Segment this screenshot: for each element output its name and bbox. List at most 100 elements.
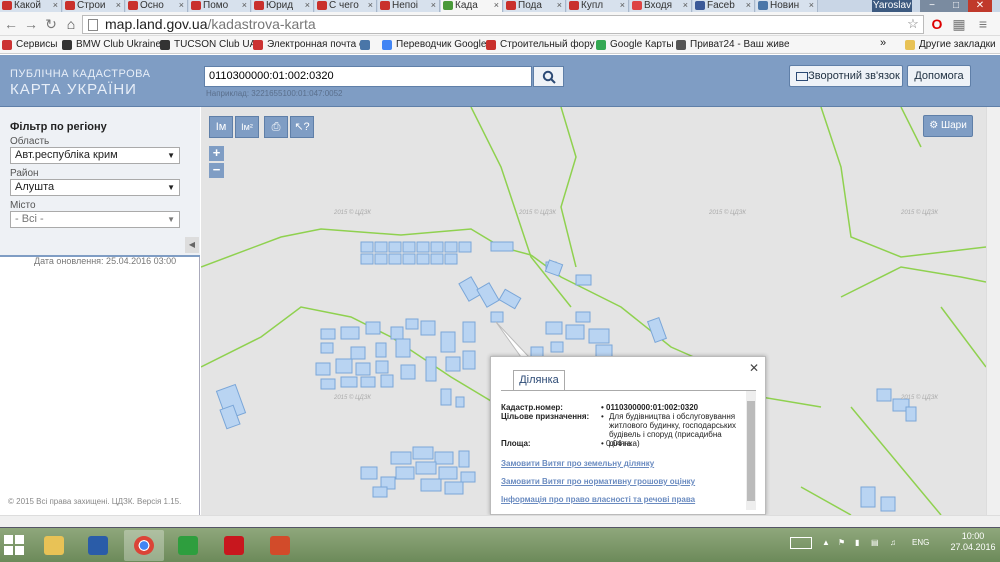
favicon-icon	[695, 1, 705, 10]
bookmark-2[interactable]: TUCSON Club UA	[160, 39, 256, 51]
close-tab-icon[interactable]: ×	[431, 0, 436, 11]
windows-start-icon[interactable]	[4, 535, 24, 555]
tab-12[interactable]: Новин ×	[756, 0, 818, 12]
system-clock[interactable]: 10:00 27.04.2016	[950, 531, 996, 553]
close-tab-icon[interactable]: ×	[368, 0, 373, 11]
tab-6[interactable]: Непоі ×	[378, 0, 440, 12]
forward-icon[interactable]: →	[22, 16, 40, 32]
reload-icon[interactable]: ↻	[42, 16, 60, 33]
close-tab-icon[interactable]: ×	[809, 0, 814, 11]
popup-scrollbar[interactable]	[746, 391, 756, 510]
star-icon[interactable]: ☆	[904, 16, 922, 32]
map-canvas[interactable]: Iм Iм² ⎙ ↖? + − ⚙ Шари 2015 © ЦДЗК 2015 …	[201, 107, 986, 515]
taskbar-app[interactable]	[260, 530, 300, 561]
layers-button[interactable]: ⚙ Шари	[923, 115, 973, 137]
tab-9[interactable]: Купл ×	[567, 0, 629, 12]
tab-2[interactable]: Осно ×	[126, 0, 188, 12]
measure-distance-button[interactable]: Iм	[209, 116, 233, 138]
taskbar-lenovo[interactable]	[78, 530, 118, 561]
bookmark-icon	[676, 40, 686, 50]
profile-badge[interactable]: Yaroslav	[872, 0, 912, 12]
collapse-sidebar-button[interactable]: ◀	[185, 237, 199, 253]
tab-5[interactable]: С чего ×	[315, 0, 377, 12]
feedback-button[interactable]: Зворотний зв'язок	[789, 65, 903, 87]
bookmark-6[interactable]: Строительный фору	[486, 39, 595, 51]
tab-11[interactable]: Faceb ×	[693, 0, 755, 12]
close-window-button[interactable]: ✕	[968, 0, 992, 12]
close-tab-icon[interactable]: ×	[116, 0, 121, 11]
order-valuation-extract-link[interactable]: Замовити Витяг про нормативну грошову оц…	[501, 477, 695, 486]
zoom-in-button[interactable]: +	[209, 146, 224, 161]
logo-line2: КАРТА УКРАЇНИ	[10, 81, 137, 98]
pointer-help-icon: ↖?	[294, 121, 310, 133]
identify-button[interactable]: ↖?	[290, 116, 314, 138]
close-tab-icon[interactable]: ×	[746, 0, 751, 11]
close-tab-icon[interactable]: ×	[620, 0, 625, 11]
close-tab-icon[interactable]: ×	[683, 0, 688, 11]
cadastral-search-input[interactable]: 0110300000:01:002:0320	[204, 66, 532, 87]
tab-label: Новин	[770, 0, 800, 11]
bookmark-5[interactable]: Переводчик Google	[382, 39, 486, 51]
help-button[interactable]: Допомога	[907, 65, 971, 87]
bookmark-0[interactable]: Сервисы	[2, 39, 57, 51]
arrow-up-icon[interactable]: ▲	[822, 538, 830, 547]
tab-8[interactable]: Пода ×	[504, 0, 566, 12]
tab-1[interactable]: Строи ×	[63, 0, 125, 12]
page-vertical-scrollbar[interactable]	[986, 107, 1000, 515]
network-icon[interactable]: ▤	[871, 538, 879, 547]
taskbar-explorer[interactable]	[34, 530, 74, 561]
print-button[interactable]: ⎙	[264, 116, 288, 138]
taskbar-chrome[interactable]	[124, 530, 164, 561]
tab-parcel[interactable]: Ділянка	[513, 370, 565, 390]
search-button[interactable]	[533, 66, 564, 87]
tab-7[interactable]: Када ×	[441, 0, 503, 12]
close-icon[interactable]: ✕	[749, 361, 759, 375]
close-tab-icon[interactable]: ×	[557, 0, 562, 11]
city-select[interactable]: - Всі - ▼	[10, 211, 180, 228]
language-indicator[interactable]: ENG	[912, 538, 929, 547]
region-select[interactable]: Авт.республіка крим ▼	[10, 147, 180, 164]
tab-0[interactable]: Какой ×	[0, 0, 62, 12]
save-page-icon[interactable]: ▦	[950, 16, 968, 33]
district-select[interactable]: Алушта ▼	[10, 179, 180, 196]
tab-label: Осно	[140, 0, 164, 11]
order-parcel-extract-link[interactable]: Замовити Витяг про земельну ділянку	[501, 459, 654, 468]
page-horizontal-scrollbar[interactable]	[0, 515, 1000, 527]
close-tab-icon[interactable]: ×	[305, 0, 310, 11]
battery-icon[interactable]: ▮	[855, 538, 859, 547]
keyboard-icon[interactable]	[790, 537, 812, 549]
close-tab-icon[interactable]: ×	[242, 0, 247, 11]
popup-scroll-thumb[interactable]	[747, 401, 755, 501]
bookmark-7[interactable]: Google Карты	[596, 39, 674, 51]
bookmark-icon	[596, 40, 606, 50]
other-bookmarks[interactable]: Другие закладки	[905, 39, 996, 51]
close-tab-icon[interactable]: ×	[179, 0, 184, 11]
menu-icon[interactable]: ≡	[974, 16, 992, 32]
taskbar-acrobat[interactable]	[214, 530, 254, 561]
volume-icon[interactable]: ♫	[890, 538, 896, 547]
ownership-info-link[interactable]: Інформація про право власності та речові…	[501, 495, 695, 504]
bookmark-1[interactable]: BMW Club Ukraine	[62, 39, 161, 51]
bookmark-3[interactable]: Электронная почта с	[253, 39, 364, 51]
tab-label: Строи	[77, 0, 106, 11]
favicon-icon	[443, 1, 453, 10]
opera-icon[interactable]: O	[928, 16, 946, 32]
maximize-window-button[interactable]: □	[944, 0, 968, 12]
url-field[interactable]: map.land.gov.ua/kadastrova-karta	[82, 15, 924, 34]
zoom-out-button[interactable]: −	[209, 163, 224, 178]
layers-label: Шари	[940, 120, 967, 131]
back-icon[interactable]: ←	[2, 16, 20, 32]
home-icon[interactable]: ⌂	[62, 16, 80, 32]
minimize-window-button[interactable]: −	[920, 0, 944, 12]
taskbar-store[interactable]	[168, 530, 208, 561]
measure-area-button[interactable]: Iм²	[235, 116, 259, 138]
tab-10[interactable]: Входя ×	[630, 0, 692, 12]
close-tab-icon[interactable]: ×	[53, 0, 58, 11]
tab-3[interactable]: Помо ×	[189, 0, 251, 12]
more-bookmarks[interactable]: »	[880, 37, 886, 49]
flag-icon[interactable]: ⚑	[838, 538, 845, 547]
bookmark-8[interactable]: Приват24 - Ваш живе	[676, 39, 790, 51]
print-icon: ⎙	[271, 121, 281, 133]
close-tab-icon[interactable]: ×	[494, 0, 499, 11]
tab-4[interactable]: Юрид ×	[252, 0, 314, 12]
